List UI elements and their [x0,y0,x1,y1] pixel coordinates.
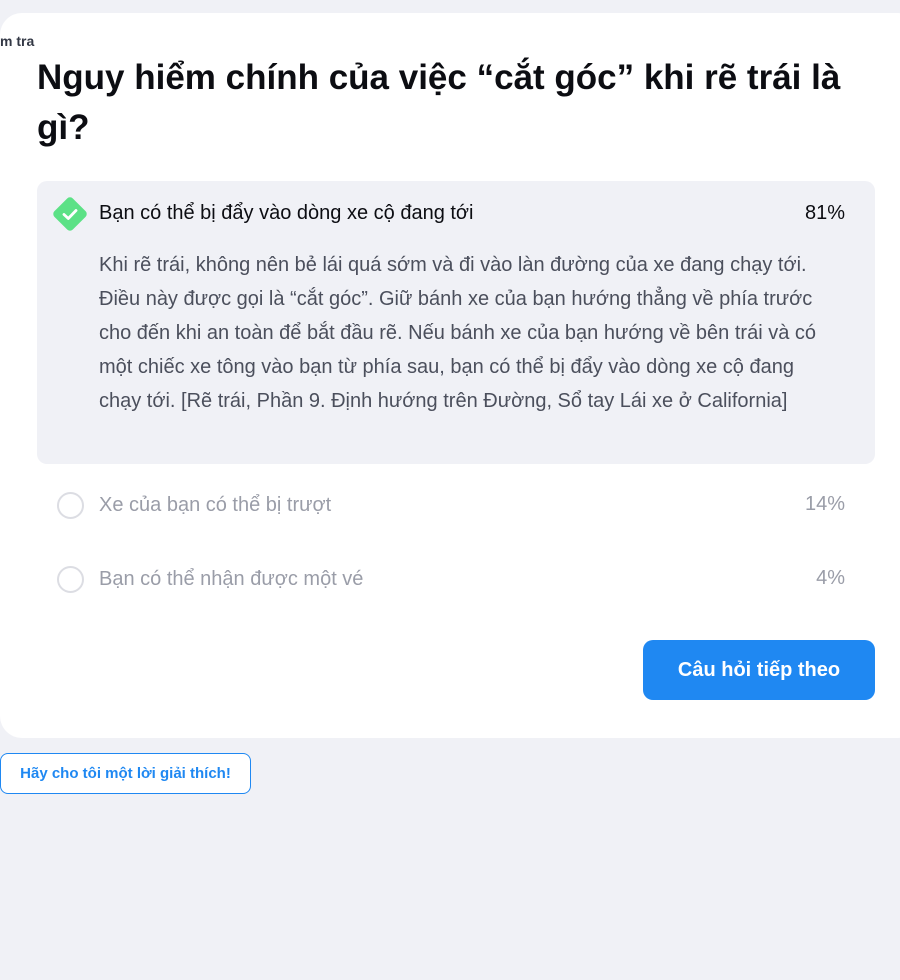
answer-label: Xe của bạn có thể bị trượt [99,494,332,516]
answer-explanation: Khi rẽ trái, không nên bẻ lái quá sớm và… [99,254,817,412]
explain-button[interactable]: Hãy cho tôi một lời giải thích! [0,753,251,794]
checkmark-icon [62,209,78,220]
next-question-button[interactable]: Câu hỏi tiếp theo [643,640,875,700]
question-card: m tra Nguy hiểm chính của việc “cắt góc”… [0,13,900,738]
answer-option[interactable]: Bạn có thể nhận được một vé 4% [37,560,875,600]
test-label: m tra [0,33,35,49]
answer-percent: 81% [804,202,845,224]
question-title: Nguy hiểm chính của việc “cắt góc” khi r… [37,58,841,147]
answer-percent: 4% [816,567,845,589]
radio-circle-icon[interactable] [57,492,84,519]
radio-circle-icon[interactable] [57,566,84,593]
answer-label: Bạn có thể nhận được một vé [99,568,364,590]
answer-label: Bạn có thể bị đẩy vào dòng xe cộ đang tớ… [99,202,474,224]
answer-percent: 14% [804,493,845,515]
answer-option[interactable]: Xe của bạn có thể bị trượt 14% [37,486,875,526]
answer-option-correct[interactable]: Bạn có thể bị đẩy vào dòng xe cộ đang tớ… [37,181,875,464]
